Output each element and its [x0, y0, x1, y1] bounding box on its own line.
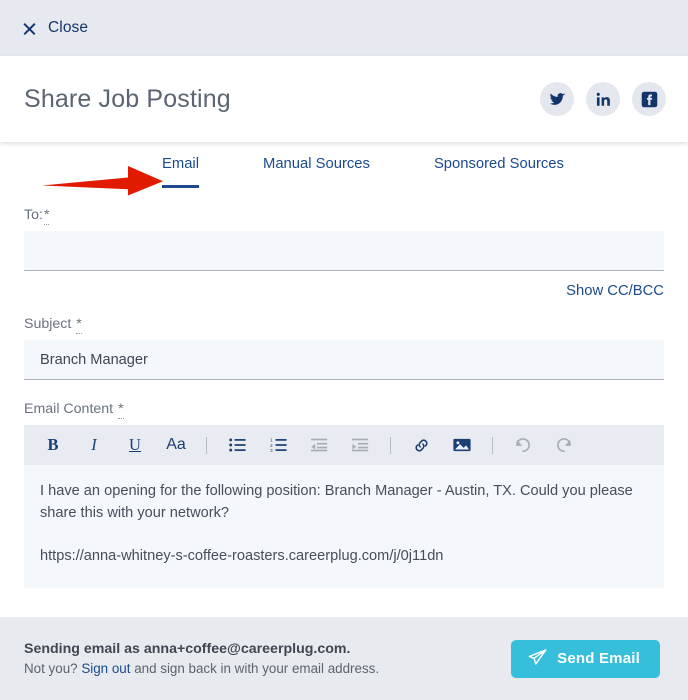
show-cc-bcc-link[interactable]: Show CC/BCC — [566, 283, 664, 299]
email-content-label: Email Content * — [24, 401, 124, 419]
social-share-group — [540, 82, 666, 116]
italic-icon[interactable]: I — [79, 431, 109, 459]
send-email-label: Send Email — [557, 650, 640, 667]
font-size-icon[interactable]: Aa — [161, 431, 191, 459]
tab-email[interactable]: Email — [162, 156, 199, 188]
cc-bcc-row: Show CC/BCC — [24, 283, 664, 299]
modal-close-bar: Close — [0, 0, 688, 56]
link-icon[interactable] — [406, 431, 436, 459]
email-content-textarea[interactable]: I have an opening for the following posi… — [24, 465, 664, 588]
svg-text:2: 2 — [270, 443, 273, 449]
sign-out-link[interactable]: Sign out — [81, 661, 130, 676]
to-field-label: To:* — [24, 207, 50, 225]
to-field-group: To:* — [24, 206, 664, 271]
required-asterisk: * — [43, 207, 50, 225]
sending-email-as-text: Sending email as anna+coffee@careerplug.… — [24, 641, 351, 657]
twitter-icon — [549, 91, 566, 108]
email-body-link: https://anna-whitney-s-coffee-roasters.c… — [40, 548, 444, 565]
sending-as-block: Sending email as anna+coffee@careerplug.… — [24, 641, 379, 676]
paper-plane-icon — [528, 648, 547, 669]
close-x-icon — [22, 21, 37, 36]
not-you-suffix: and sign back in with your email address… — [130, 661, 380, 676]
toolbar-divider — [390, 436, 391, 454]
tab-manual-sources[interactable]: Manual Sources — [263, 156, 370, 172]
tab-sponsored-sources[interactable]: Sponsored Sources — [434, 156, 564, 172]
not-you-prefix: Not you? — [24, 661, 82, 676]
not-you-text: Not you? Sign out and sign back in with … — [24, 661, 379, 676]
underline-icon[interactable]: U — [120, 431, 150, 459]
subject-input[interactable] — [24, 340, 664, 380]
toolbar-divider — [492, 436, 493, 454]
indent-icon[interactable] — [345, 431, 375, 459]
email-content-field-group: Email Content * B I U Aa 1 2 3 I have an… — [24, 400, 664, 588]
modal-header: Share Job Posting — [0, 56, 688, 142]
svg-text:3: 3 — [270, 448, 273, 453]
rich-text-editor: B I U Aa 1 2 3 I have an opening for the… — [24, 425, 664, 588]
close-button[interactable]: Close — [22, 19, 88, 37]
required-asterisk: * — [118, 401, 124, 419]
modal-footer: Sending email as anna+coffee@careerplug.… — [0, 617, 688, 700]
share-twitter-button[interactable] — [540, 82, 574, 116]
undo-icon[interactable] — [508, 431, 538, 459]
bold-icon[interactable]: B — [38, 431, 68, 459]
close-button-label: Close — [48, 19, 89, 36]
facebook-icon — [641, 91, 658, 108]
image-icon[interactable] — [447, 431, 477, 459]
subject-field-label: Subject * — [24, 316, 82, 334]
page-title: Share Job Posting — [24, 84, 231, 113]
share-linkedin-button[interactable] — [586, 82, 620, 116]
outdent-icon[interactable] — [304, 431, 334, 459]
subject-field-group: Subject * — [24, 315, 664, 380]
tab-bar: Email Manual Sources Sponsored Sources — [0, 142, 688, 206]
linkedin-icon — [596, 92, 611, 107]
to-input[interactable] — [24, 231, 664, 271]
numbered-list-icon[interactable]: 1 2 3 — [263, 431, 293, 459]
bullet-list-icon[interactable] — [222, 431, 252, 459]
share-facebook-button[interactable] — [632, 82, 666, 116]
svg-text:1: 1 — [270, 438, 273, 444]
email-body-paragraph: I have an opening for the following posi… — [40, 483, 633, 521]
share-job-posting-modal: Close Share Job Posting Email Manual Sou… — [0, 0, 688, 700]
toolbar-divider — [206, 436, 207, 454]
redo-icon[interactable] — [549, 431, 579, 459]
required-asterisk: * — [76, 316, 82, 334]
send-email-button[interactable]: Send Email — [511, 639, 660, 678]
editor-toolbar: B I U Aa 1 2 3 — [24, 425, 664, 465]
